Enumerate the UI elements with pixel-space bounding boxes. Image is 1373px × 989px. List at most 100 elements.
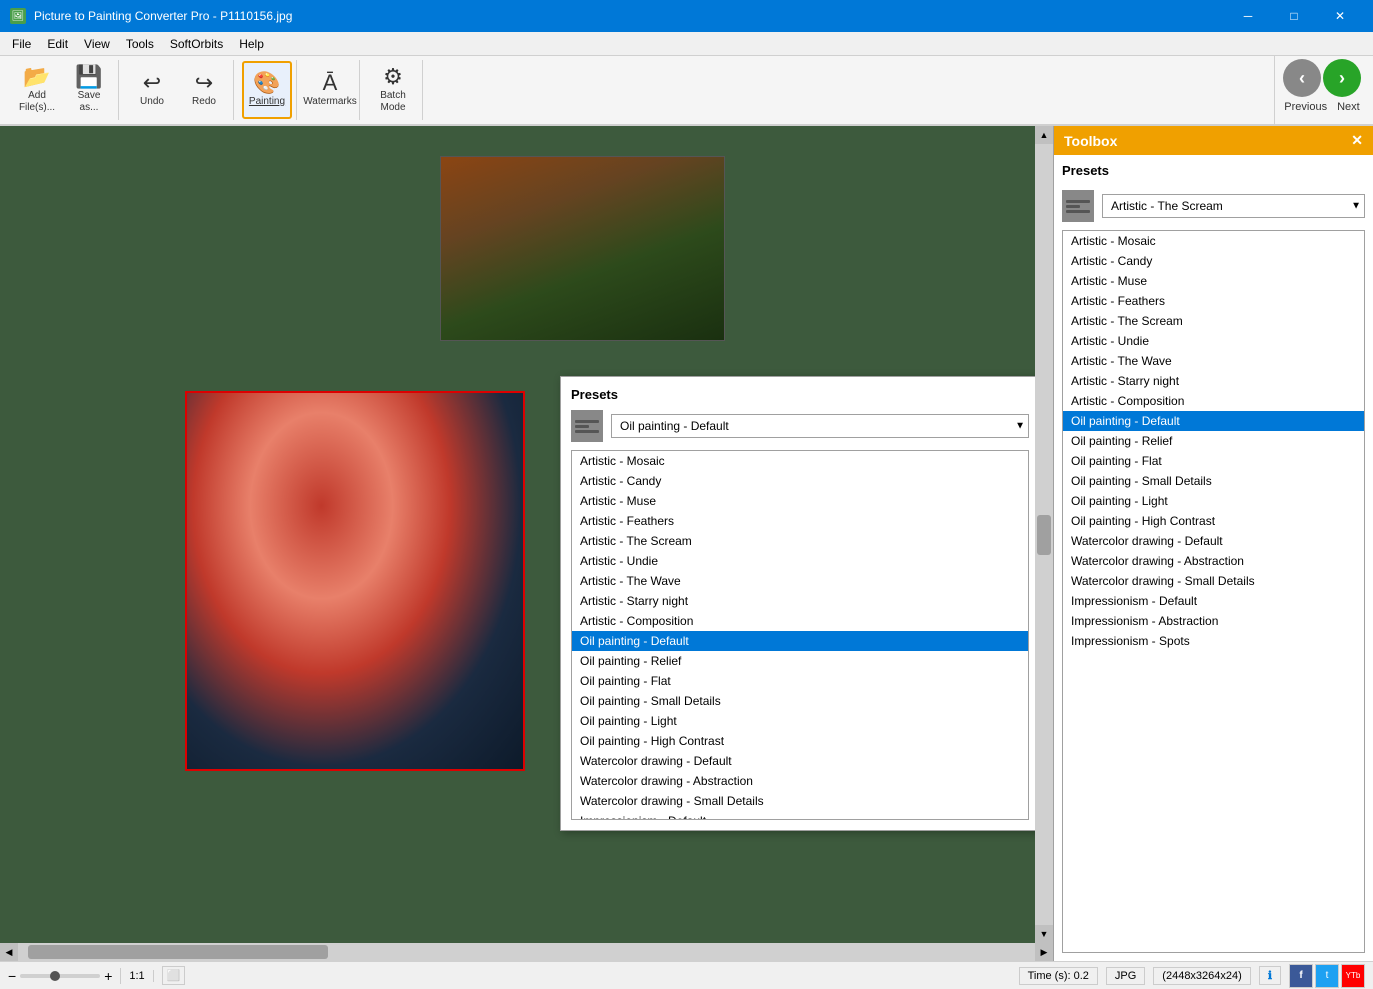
share-youtube-button[interactable]: YTb [1341,964,1365,988]
preset-dropdown[interactable]: Artistic - The Scream [1102,194,1365,218]
floating-list-item[interactable]: Artistic - Feathers [572,511,1028,531]
toolbox-list-item[interactable]: Artistic - Composition [1063,391,1364,411]
painting-button[interactable]: 🎨 Painting [242,61,292,119]
presets-label: Presets [1062,163,1365,178]
toolbox-preset-list[interactable]: Artistic - MosaicArtistic - CandyArtisti… [1062,230,1365,953]
toolbox-list-item[interactable]: Artistic - Mosaic [1063,231,1364,251]
maximize-button[interactable]: □ [1271,0,1317,32]
floating-list-item[interactable]: Oil painting - Flat [572,671,1028,691]
toolbox-list-item[interactable]: Impressionism - Spots [1063,631,1364,651]
floating-list-item[interactable]: Oil painting - High Contrast [572,731,1028,751]
zoom-fit-icon[interactable]: ⬜ [162,966,186,985]
menu-softorbits[interactable]: SoftOrbits [162,35,231,53]
toolbar: 📂 Add File(s)... 💾 Save as... ↩ Undo ↪ R… [0,56,1373,126]
vertical-scrollbar[interactable]: ▲ ▼ [1035,126,1053,943]
toolbox-list-item[interactable]: Artistic - Candy [1063,251,1364,271]
toolbox-list-item[interactable]: Watercolor drawing - Small Details [1063,571,1364,591]
nav-section: ‹ › Previous Next [1274,55,1365,125]
add-files-button[interactable]: 📂 Add File(s)... [12,61,62,119]
status-info-button[interactable]: ℹ [1259,966,1281,985]
previous-button[interactable]: ‹ [1283,59,1321,97]
toolbox-list-item[interactable]: Artistic - Muse [1063,271,1364,291]
toolbox-list-item[interactable]: Watercolor drawing - Default [1063,531,1364,551]
main-area: Presets Oil painting - Default ▼ [0,126,1373,961]
toolbox-list-item[interactable]: Oil painting - Default [1063,411,1364,431]
batch-mode-button[interactable]: ⚙ Batch Mode [368,61,418,119]
next-label: Next [1337,101,1360,113]
zoom-slider[interactable] [20,974,100,978]
zoom-thumb [50,971,60,981]
hscroll-thumb[interactable] [28,945,328,959]
floating-preset-list[interactable]: Artistic - MosaicArtistic - CandyArtisti… [571,450,1029,820]
menu-file[interactable]: File [4,35,39,53]
zoom-out-icon[interactable]: − [8,968,16,984]
vscroll-thumb[interactable] [1037,515,1051,555]
floating-list-item[interactable]: Oil painting - Light [572,711,1028,731]
title-bar-title: Picture to Painting Converter Pro - P111… [34,9,292,23]
floating-list-item[interactable]: Watercolor drawing - Default [572,751,1028,771]
menu-tools[interactable]: Tools [118,35,162,53]
photo-top-image [441,157,724,340]
floating-list-item[interactable]: Artistic - Composition [572,611,1028,631]
toolbox-list-item[interactable]: Oil painting - High Contrast [1063,511,1364,531]
toolbox-content: Presets Artistic - The Scream ▼ Artistic… [1054,155,1373,961]
floating-list-item[interactable]: Watercolor drawing - Small Details [572,791,1028,811]
minimize-button[interactable]: ─ [1225,0,1271,32]
toolbox-list-item[interactable]: Artistic - The Wave [1063,351,1364,371]
floating-list-item[interactable]: Oil painting - Relief [572,651,1028,671]
watermarks-button[interactable]: Ā Watermarks [305,61,355,119]
floating-presets-panel: Presets Oil painting - Default ▼ [560,376,1035,831]
floating-preset-select[interactable]: Oil painting - Default [611,414,1029,438]
toolbox-list-item[interactable]: Impressionism - Default [1063,591,1364,611]
toolbox-list-item[interactable]: Artistic - The Scream [1063,311,1364,331]
batch-mode-label: Batch Mode [380,90,406,114]
toolbox-list-item[interactable]: Watercolor drawing - Abstraction [1063,551,1364,571]
floating-list-item[interactable]: Impressionism - Default [572,811,1028,820]
floating-list-item[interactable]: Artistic - Starry night [572,591,1028,611]
share-facebook-button[interactable]: f [1289,964,1313,988]
toolbox-list-item[interactable]: Oil painting - Light [1063,491,1364,511]
floating-list-item[interactable]: Artistic - Muse [572,491,1028,511]
floating-list-item[interactable]: Oil painting - Small Details [572,691,1028,711]
undo-button[interactable]: ↩ Undo [127,61,177,119]
zoom-control: − + [8,968,121,984]
toolbox-list-item[interactable]: Oil painting - Relief [1063,431,1364,451]
floating-list-item[interactable]: Artistic - Candy [572,471,1028,491]
toolbox-list-item[interactable]: Impressionism - Abstraction [1063,611,1364,631]
save-as-label: Save as... [78,90,101,114]
toolbox-list-item[interactable]: Artistic - Starry night [1063,371,1364,391]
floating-list-item[interactable]: Artistic - Mosaic [572,451,1028,471]
floating-list-item[interactable]: Watercolor drawing - Abstraction [572,771,1028,791]
close-button[interactable]: ✕ [1317,0,1363,32]
photo-large [185,391,525,771]
toolbox-list-item[interactable]: Artistic - Feathers [1063,291,1364,311]
watermarks-icon: Ā [323,72,338,94]
toolbox-list-item[interactable]: Oil painting - Flat [1063,451,1364,471]
redo-label: Redo [192,96,216,108]
scroll-up-arrow[interactable]: ▲ [1035,126,1053,144]
share-twitter-button[interactable]: t [1315,964,1339,988]
previous-label: Previous [1284,101,1327,113]
hscroll-right-arrow[interactable]: ▶ [1035,943,1053,961]
menu-help[interactable]: Help [231,35,272,53]
scroll-down-arrow[interactable]: ▼ [1035,925,1053,943]
save-as-button[interactable]: 💾 Save as... [64,61,114,119]
next-button[interactable]: › [1323,59,1361,97]
canvas-area: Presets Oil painting - Default ▼ [0,126,1053,961]
floating-list-item[interactable]: Artistic - The Scream [572,531,1028,551]
floating-list-item[interactable]: Artistic - Undie [572,551,1028,571]
toolbox-list-item[interactable]: Artistic - Undie [1063,331,1364,351]
app-icon: 🖼 [10,8,26,24]
menu-view[interactable]: View [76,35,118,53]
hscroll-left-arrow[interactable]: ◀ [0,943,18,961]
menu-edit[interactable]: Edit [39,35,76,53]
toolbox-close-button[interactable]: ✕ [1351,132,1363,149]
zoom-in-icon[interactable]: + [104,968,112,984]
toolbox-list-item[interactable]: Oil painting - Small Details [1063,471,1364,491]
undo-icon: ↩ [143,72,161,94]
floating-list-item[interactable]: Oil painting - Default [572,631,1028,651]
redo-button[interactable]: ↪ Redo [179,61,229,119]
hscroll-track[interactable] [18,943,1035,961]
horizontal-scrollbar[interactable]: ◀ ▶ [0,943,1053,961]
floating-list-item[interactable]: Artistic - The Wave [572,571,1028,591]
